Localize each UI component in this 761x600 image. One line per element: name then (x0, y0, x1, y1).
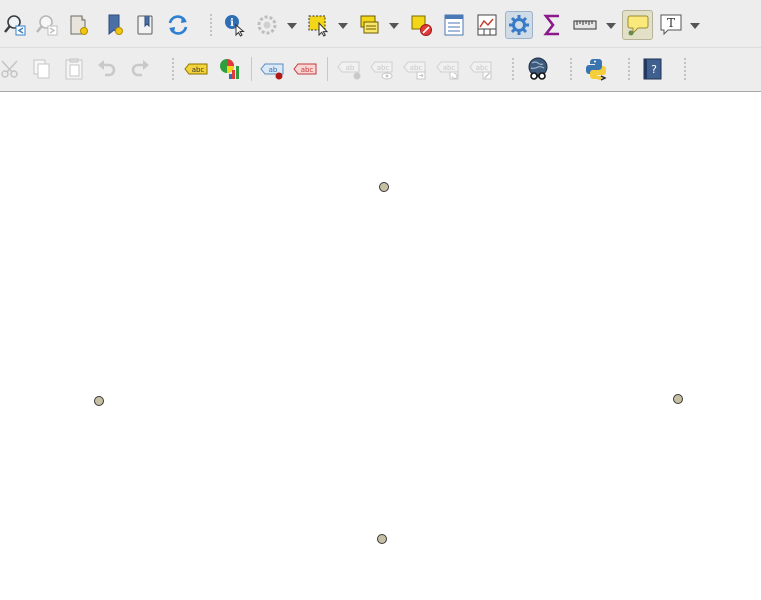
python-console-icon[interactable] (582, 55, 610, 83)
point-bottom[interactable] (377, 534, 387, 544)
point-right[interactable] (673, 394, 683, 404)
change-label-icon[interactable]: abc (467, 55, 495, 83)
chevron-down-icon[interactable] (606, 22, 616, 30)
label-text: ab (346, 64, 355, 72)
pin-labels-icon[interactable]: ab (258, 55, 286, 83)
show-bookmarks-icon[interactable] (131, 11, 159, 39)
undo-icon[interactable] (93, 55, 121, 83)
map-tips-icon[interactable] (622, 10, 653, 40)
zoom-last-icon[interactable] (1, 11, 29, 39)
toolbar-separator (327, 57, 328, 81)
toolbar-separator (172, 57, 174, 81)
svg-text:i: i (230, 18, 234, 29)
paste-features-icon[interactable] (60, 55, 88, 83)
point-top[interactable] (379, 182, 389, 192)
toolbar-separator (684, 57, 686, 81)
rotate-label-icon[interactable]: abc (434, 55, 462, 83)
label-text: abc (192, 66, 205, 74)
label-text: abc (301, 66, 314, 74)
zoom-next-icon[interactable] (33, 11, 61, 39)
identify-features-icon[interactable]: i (220, 11, 248, 39)
show-hide-labels-icon[interactable]: abc (368, 55, 396, 83)
chevron-down-icon[interactable] (287, 22, 297, 30)
new-bookmark-icon[interactable] (101, 11, 129, 39)
select-features-icon[interactable] (305, 11, 333, 39)
text-annotation-icon[interactable]: T (657, 11, 685, 39)
label-text: abc (443, 64, 456, 72)
statistical-summary-icon[interactable] (539, 11, 567, 39)
toolbar-separator (251, 57, 252, 81)
refresh-icon[interactable] (164, 11, 192, 39)
toolbar-separator (210, 13, 212, 37)
help-icon[interactable]: ? (638, 55, 666, 83)
select-by-value-icon[interactable] (356, 11, 384, 39)
run-feature-action-icon[interactable] (253, 11, 281, 39)
toolbar-separator (512, 57, 514, 81)
toolbar-top: i T (0, 3, 761, 48)
metasearch-icon[interactable] (524, 55, 552, 83)
redo-icon[interactable] (126, 55, 154, 83)
attribute-table-icon[interactable] (440, 11, 468, 39)
label-text: ab (269, 66, 278, 74)
help-text: ? (651, 63, 657, 76)
deselect-features-icon[interactable] (407, 11, 435, 39)
move-label-icon[interactable]: ab (335, 55, 363, 83)
toolbar-area: i T abc ab abc ab abc abc abc abc ? (0, 0, 761, 92)
toolbar-separator (628, 57, 630, 81)
chevron-down-icon[interactable] (389, 22, 399, 30)
point-left[interactable] (94, 396, 104, 406)
processing-toolbox-icon[interactable] (505, 11, 533, 39)
cut-features-icon[interactable] (0, 55, 25, 83)
move-label-diagram-icon[interactable]: abc (401, 55, 429, 83)
chevron-down-icon[interactable] (690, 22, 700, 30)
toolbar-bottom: abc ab abc ab abc abc abc abc ? (0, 47, 761, 91)
new-map-view-icon[interactable] (65, 11, 93, 39)
field-calculator-icon[interactable] (473, 11, 501, 39)
map-canvas[interactable] (0, 92, 761, 600)
measure-line-icon[interactable] (571, 11, 599, 39)
label-text: abc (377, 64, 390, 72)
layer-diagram-icon[interactable] (216, 55, 244, 83)
toolbar-separator (570, 57, 572, 81)
label-text: abc (476, 64, 489, 72)
copy-features-icon[interactable] (27, 55, 55, 83)
highlight-pinned-labels-icon[interactable]: abc (291, 55, 319, 83)
label-text: abc (410, 64, 423, 72)
chevron-down-icon[interactable] (338, 22, 348, 30)
svg-text:T: T (667, 16, 675, 30)
layer-labeling-icon[interactable]: abc (182, 55, 210, 83)
